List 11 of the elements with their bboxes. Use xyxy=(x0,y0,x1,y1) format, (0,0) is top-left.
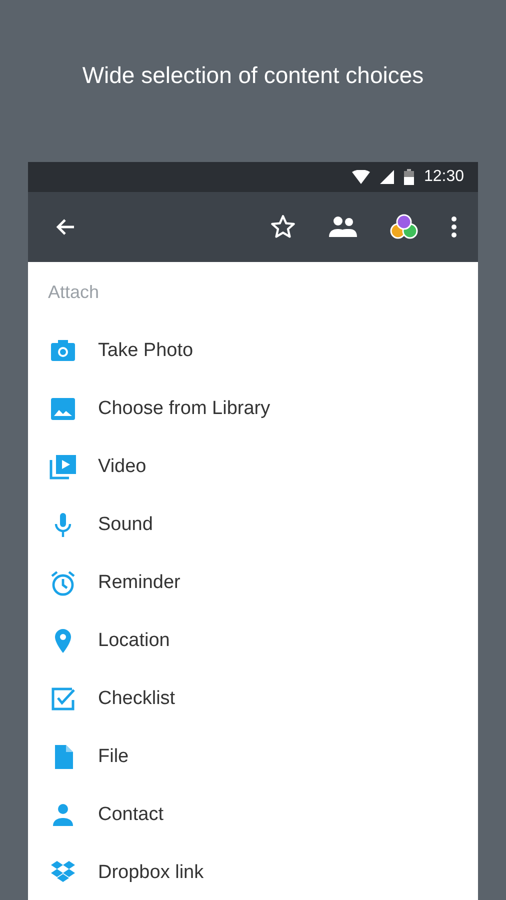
wifi-icon xyxy=(352,170,370,184)
signal-icon xyxy=(380,170,394,184)
more-icon xyxy=(450,216,458,238)
section-title: Attach xyxy=(47,281,100,304)
people-icon xyxy=(328,216,358,238)
color-circles-icon xyxy=(390,214,418,240)
star-icon xyxy=(270,214,296,240)
headline: Wide selection of content choices xyxy=(82,62,424,90)
video-library-icon xyxy=(48,452,78,482)
battery-icon xyxy=(404,169,414,185)
clock-time: 12:30 xyxy=(424,167,464,187)
